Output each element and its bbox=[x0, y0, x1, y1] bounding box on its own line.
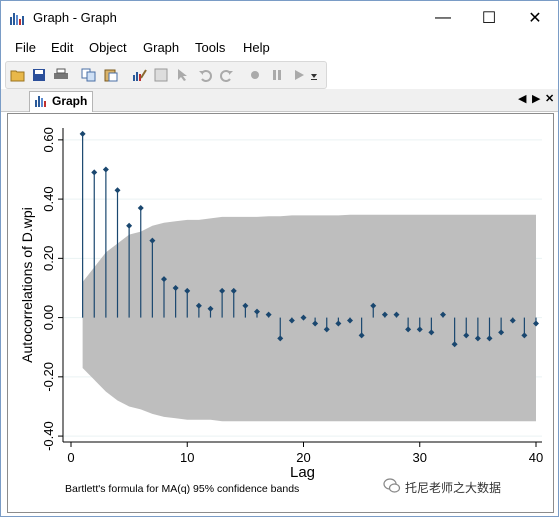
menu-graph[interactable]: Graph bbox=[143, 40, 179, 55]
paste-icon bbox=[104, 69, 118, 82]
save-icon bbox=[33, 69, 45, 81]
maximize-button[interactable]: ☐ bbox=[466, 1, 512, 35]
y-tick-label: 0.00 bbox=[41, 305, 56, 330]
copy-icon bbox=[81, 68, 96, 82]
x-tick-label: 30 bbox=[413, 450, 427, 465]
close-button[interactable]: ✕ bbox=[512, 1, 558, 35]
properties-button[interactable] bbox=[152, 66, 170, 84]
confidence-band bbox=[82, 214, 536, 422]
chevron-down-icon bbox=[311, 74, 317, 80]
properties-icon bbox=[154, 68, 168, 82]
bar-chart-icon bbox=[35, 96, 46, 107]
y-tick-label: 0.40 bbox=[41, 186, 56, 211]
pointer-icon bbox=[178, 69, 187, 81]
minimize-button[interactable]: — bbox=[420, 1, 466, 35]
tab-graph-label: Graph bbox=[52, 94, 88, 108]
acf-point bbox=[114, 187, 121, 194]
plot-area-frame: -0.40 -0.20 0.00 0.20 0.40 0.60 0 10 20 30 40 Lag … bbox=[7, 113, 554, 513]
play-icon bbox=[295, 70, 304, 80]
x-tick-label: 10 bbox=[180, 450, 194, 465]
window-title: Graph - Graph bbox=[33, 10, 117, 25]
acf-point bbox=[79, 130, 86, 137]
y-tick-label: 0.20 bbox=[41, 246, 56, 271]
menu-edit[interactable]: Edit bbox=[51, 40, 73, 55]
redo-button[interactable] bbox=[218, 66, 236, 84]
save-button[interactable] bbox=[30, 66, 48, 84]
menu-tools[interactable]: Tools bbox=[195, 40, 225, 55]
play-button[interactable] bbox=[290, 66, 308, 84]
y-tick-label: -0.40 bbox=[41, 421, 56, 451]
pause-icon bbox=[273, 70, 281, 80]
title-bar[interactable]: Graph - Graph — ☐ ✕ bbox=[1, 1, 558, 35]
print-button[interactable] bbox=[52, 66, 70, 84]
minimize-icon: — bbox=[435, 9, 451, 26]
toolbar bbox=[5, 61, 327, 89]
tab-strip: Graph ◀ ▶ ✕ bbox=[1, 89, 558, 112]
close-icon: ✕ bbox=[528, 10, 542, 27]
tab-close-icon[interactable]: ✕ bbox=[545, 92, 554, 105]
graph-editor-icon bbox=[133, 69, 147, 81]
maximize-icon: ☐ bbox=[481, 10, 497, 27]
y-tick-label: 0.60 bbox=[41, 127, 56, 152]
undo-icon bbox=[199, 70, 212, 82]
pointer-button[interactable] bbox=[174, 66, 192, 84]
tab-scroll-left-icon[interactable]: ◀ bbox=[518, 92, 526, 105]
record-icon bbox=[251, 71, 259, 79]
undo-button[interactable] bbox=[196, 66, 214, 84]
menu-bar: File Edit Object Graph Tools Help bbox=[1, 37, 558, 59]
open-button[interactable] bbox=[9, 66, 27, 84]
print-icon bbox=[54, 68, 68, 79]
x-tick-label: 0 bbox=[67, 450, 74, 465]
x-axis-label: Lag bbox=[290, 464, 315, 481]
tab-scroll-right-icon[interactable]: ▶ bbox=[532, 92, 540, 105]
x-tick-label: 20 bbox=[296, 450, 310, 465]
bar-chart-app-icon bbox=[10, 13, 24, 25]
menu-object[interactable]: Object bbox=[89, 40, 127, 55]
acf-point bbox=[137, 204, 144, 211]
acf-point bbox=[91, 169, 98, 176]
toolbar-overflow-button[interactable] bbox=[308, 66, 320, 84]
graph-window: Graph - Graph — ☐ ✕ File Edit Object Gra… bbox=[0, 0, 559, 517]
correlogram-chart: -0.40-0.200.000.200.400.600 10 20 30 40 Lag … bbox=[19, 127, 543, 495]
open-folder-icon bbox=[10, 70, 25, 82]
acf-point bbox=[102, 166, 109, 173]
graph-editor-button[interactable] bbox=[130, 66, 148, 84]
chart-note: Bartlett's formula for MA(q) 95% confide… bbox=[65, 483, 299, 495]
wechat-icon bbox=[383, 478, 401, 493]
tab-graph[interactable]: Graph bbox=[29, 91, 93, 112]
paste-button[interactable] bbox=[102, 66, 120, 84]
watermark-text: 托尼老师之大数据 bbox=[405, 481, 502, 495]
x-tick-label: 40 bbox=[529, 450, 543, 465]
record-button[interactable] bbox=[246, 66, 264, 84]
acf-point bbox=[126, 222, 133, 229]
menu-file[interactable]: File bbox=[15, 40, 36, 55]
menu-help[interactable]: Help bbox=[243, 40, 270, 55]
copy-button[interactable] bbox=[80, 66, 98, 84]
y-tick-label: -0.20 bbox=[41, 362, 56, 392]
pause-button[interactable] bbox=[268, 66, 286, 84]
redo-icon bbox=[220, 70, 233, 82]
y-axis-label: Autocorrelations of D.wpi bbox=[19, 207, 35, 363]
